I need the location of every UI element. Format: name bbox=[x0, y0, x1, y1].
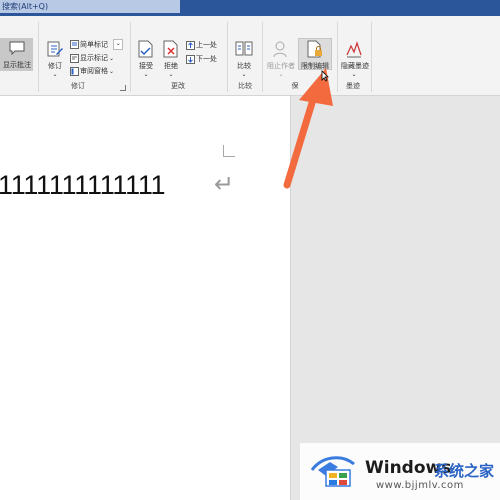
watermark-cn-text: 系统之家 bbox=[434, 462, 495, 480]
mouse-cursor-icon bbox=[321, 70, 329, 82]
watermark-url: www.bjjmlv.com bbox=[376, 480, 464, 491]
annotation-arrow bbox=[283, 68, 333, 189]
windows-logo-icon bbox=[310, 456, 355, 487]
